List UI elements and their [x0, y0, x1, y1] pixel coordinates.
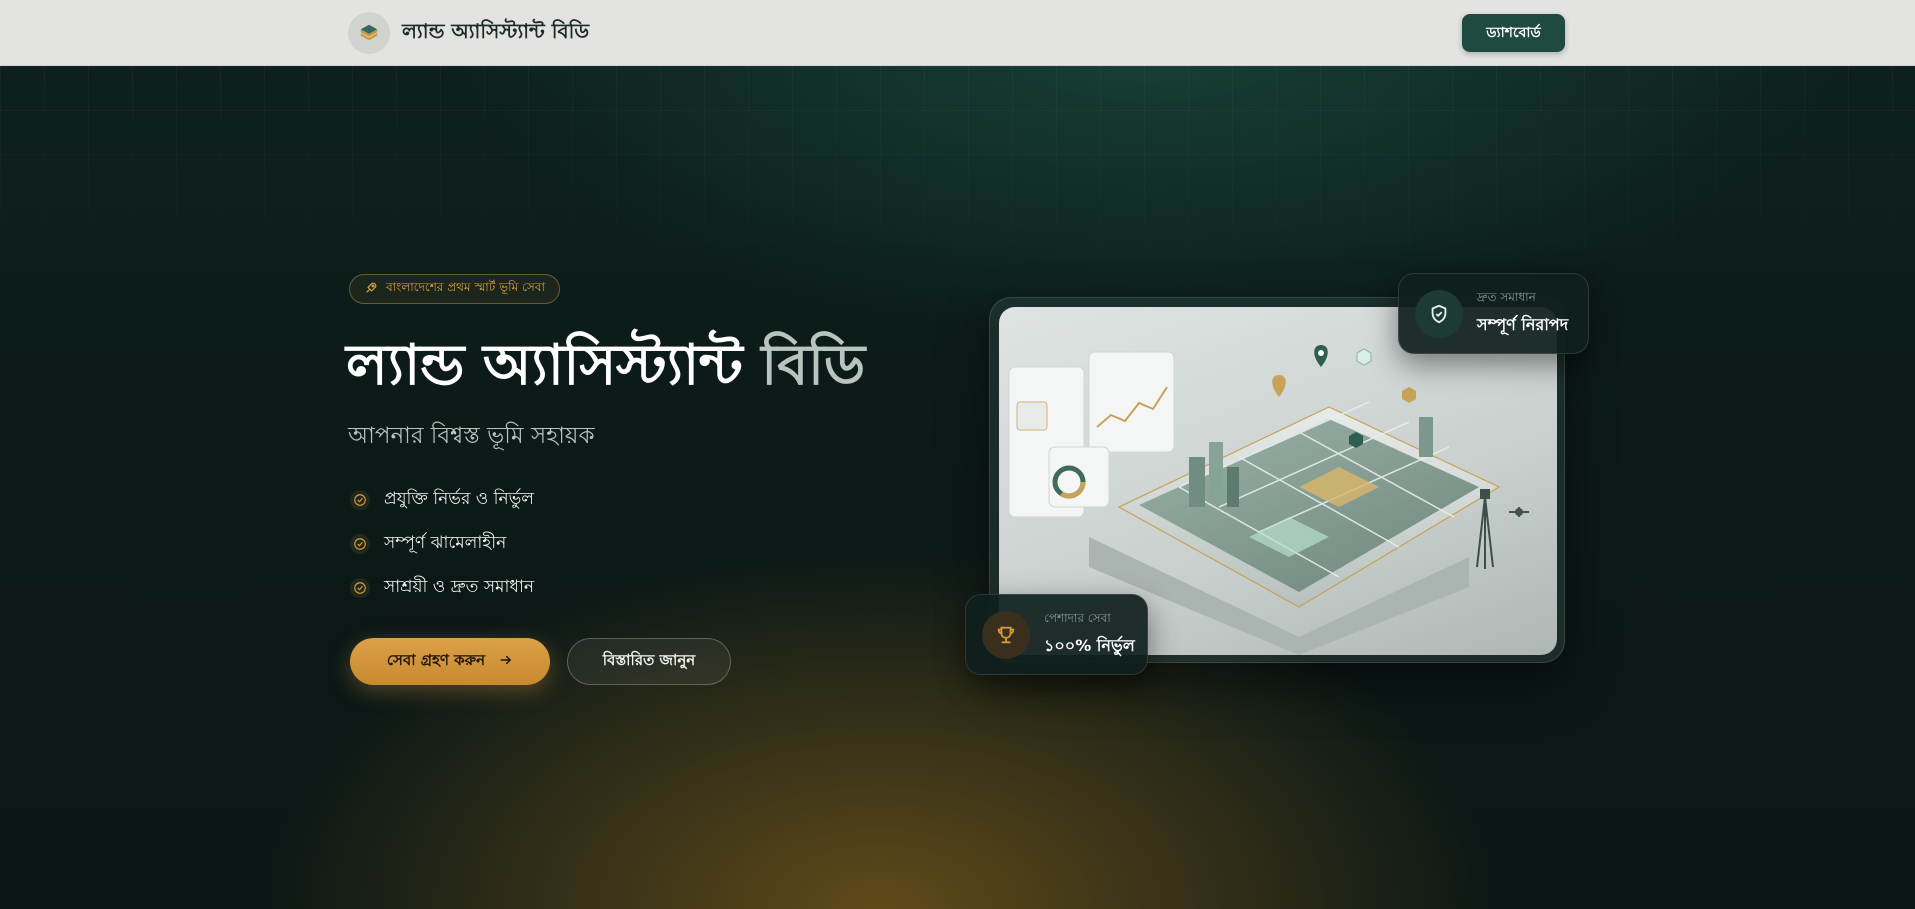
learn-more-button[interactable]: বিস্তারিত জানুন — [567, 638, 731, 685]
get-service-button[interactable]: সেবা গ্রহণ করুন — [350, 638, 550, 685]
hero-title: ল্যান্ড অ্যাসিস্ট্যান্ট বিডি — [346, 322, 865, 416]
brand[interactable]: ল্যান্ড অ্যাসিস্ট্যান্ট বিডি — [348, 12, 589, 54]
accuracy-card-text: পেশাদার সেবা ১০০% নির্ভুল — [1044, 610, 1135, 660]
feature-list: প্রযুক্তি নির্ভর ও নির্ভুল সম্পূর্ণ ঝামে… — [350, 478, 534, 610]
layers-logo-icon — [348, 12, 390, 54]
check-circle-icon — [350, 490, 370, 510]
feature-text: সম্পূর্ণ ঝামেলাহীন — [384, 533, 507, 553]
trophy-icon — [982, 610, 1030, 659]
secure-card-text: দ্রুত সমাধান সম্পূর্ণ নিরাপদ — [1477, 289, 1568, 339]
hero-badge-text: বাংলাদেশের প্রথম স্মার্ট ভূমি সেবা — [386, 280, 545, 294]
arrow-right-icon — [499, 653, 513, 671]
shield-check-icon — [1415, 289, 1463, 338]
feature-item: সম্পূর্ণ ঝামেলাহীন — [350, 522, 534, 566]
feature-item: প্রযুক্তি নির্ভর ও নির্ভুল — [350, 478, 534, 522]
feature-item: সাশ্রয়ী ও দ্রুত সমাধান — [350, 566, 534, 610]
brand-name: ল্যান্ড অ্যাসিস্ট্যান্ট বিডি — [402, 18, 590, 43]
rocket-icon — [364, 281, 378, 298]
background-grid — [0, 66, 1915, 326]
top-navbar: ল্যান্ড অ্যাসিস্ট্যান্ট বিডি ড্যাশবোর্ড — [0, 0, 1915, 66]
check-circle-icon — [350, 578, 370, 598]
get-service-label: সেবা গ্রহণ করুন — [386, 651, 486, 669]
check-circle-icon — [350, 534, 370, 554]
secure-card-label: দ্রুত সমাধান — [1477, 289, 1536, 304]
accuracy-card-value: ১০০% নির্ভুল — [1044, 635, 1135, 655]
hero-title-main: ল্যান্ড অ্যাসিস্ট্যান্ট — [346, 333, 743, 398]
accuracy-card: পেশাদার সেবা ১০০% নির্ভুল — [965, 594, 1148, 675]
feature-text: সাশ্রয়ী ও দ্রুত সমাধান — [384, 577, 535, 597]
hero-subtitle: আপনার বিশ্বস্ত ভূমি সহায়ক — [348, 423, 595, 449]
hero-badge: বাংলাদেশের প্রথম স্মার্ট ভূমি সেবা — [349, 274, 560, 304]
accuracy-card-label: পেশাদার সেবা — [1044, 610, 1111, 625]
dashboard-button[interactable]: ড্যাশবোর্ড — [1462, 14, 1565, 52]
secure-card-value: সম্পূর্ণ নিরাপদ — [1477, 314, 1569, 334]
feature-text: প্রযুক্তি নির্ভর ও নির্ভুল — [384, 489, 534, 509]
hero-title-accent: বিডি — [761, 333, 865, 398]
secure-card: দ্রুত সমাধান সম্পূর্ণ নিরাপদ — [1398, 273, 1589, 354]
